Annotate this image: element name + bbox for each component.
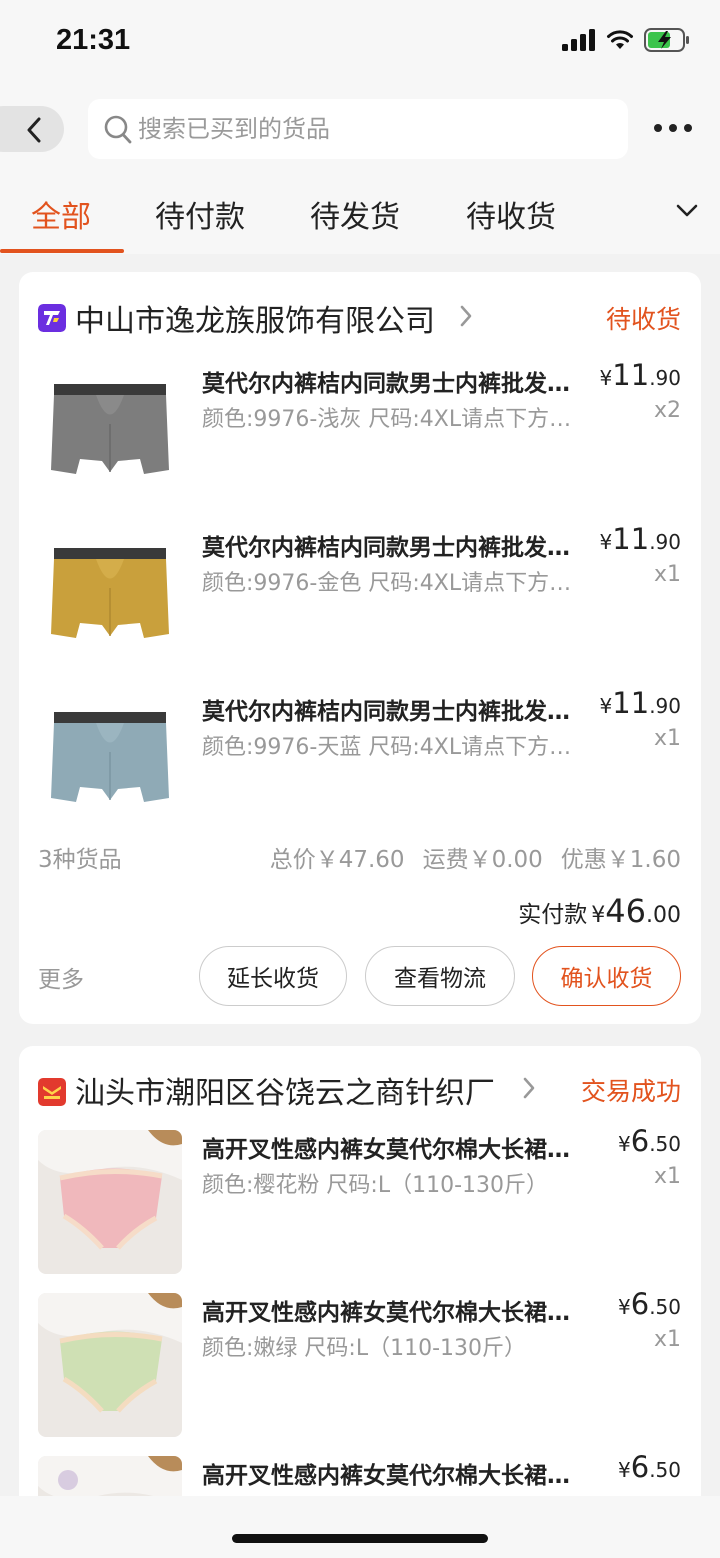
order-status: 交易成功: [580, 1077, 681, 1106]
item-price: ¥11.90: [599, 686, 681, 720]
order-summary: 3种货品 总价￥47.60 运费￥0.00 优惠￥1.60: [19, 840, 701, 876]
order-card[interactable]: 汕头市潮阳区谷饶云之商针织厂 交易成功 高开叉性感内裤女莫代尔棉大长裙无痕三角裤…: [19, 1046, 701, 1558]
item-quantity: x1: [653, 1327, 681, 1352]
total-price: 总价￥47.60: [269, 847, 405, 873]
active-tab-indicator: [0, 249, 124, 253]
item-spec: 颜色:9976-金色 尺码:4XL请点下方尺码表: [202, 571, 592, 596]
tab-all[interactable]: 全部: [31, 192, 91, 236]
extend-receipt-button[interactable]: 延长收货: [199, 946, 347, 1006]
item-title: 高开叉性感内裤女莫代尔棉大长裙无痕三角裤: [202, 1463, 592, 1489]
amount-paid: 实付款 ¥46.00: [518, 892, 681, 930]
item-quantity: x1: [653, 562, 681, 587]
tabs-expand-button[interactable]: [604, 180, 720, 254]
order-actions: 更多 延长收货 查看物流 确认收货: [19, 946, 701, 1006]
item-title: 莫代尔内裤桔内同款男士内裤批发男式平角裤: [202, 371, 592, 397]
item-spec: 颜色:9976-天蓝 尺码:4XL请点下方尺码表: [202, 735, 592, 760]
dot-icon: [684, 124, 692, 132]
order-item[interactable]: 莫代尔内裤桔内同款男士内裤批发男式平角裤 颜色:9976-天蓝 尺码:4XL请点…: [19, 686, 701, 842]
chevron-right-icon: [523, 1077, 535, 1099]
tab-pending-receipt[interactable]: 待收货: [466, 192, 556, 236]
item-price: ¥11.90: [599, 522, 681, 556]
more-actions-link[interactable]: 更多: [38, 960, 84, 994]
item-price: ¥6.50: [618, 1450, 681, 1484]
shop-name[interactable]: 中山市逸龙族服饰有限公司: [75, 296, 435, 340]
shop-name[interactable]: 汕头市潮阳区谷饶云之商针织厂: [75, 1068, 495, 1112]
home-indicator-bar[interactable]: [232, 1534, 488, 1543]
order-item[interactable]: 高开叉性感内裤女莫代尔棉大长裙无痕三角裤 颜色:嫩绿 尺码:L（110-130斤…: [19, 1287, 701, 1443]
search-icon: [104, 115, 132, 144]
product-image: [38, 1130, 182, 1274]
product-image: [38, 364, 182, 508]
tab-pending-shipment[interactable]: 待发货: [310, 192, 400, 236]
order-item[interactable]: 高开叉性感内裤女莫代尔棉大长裙无痕三角裤 颜色:樱花粉 尺码:L（110-130…: [19, 1124, 701, 1280]
item-title: 莫代尔内裤桔内同款男士内裤批发男式平角裤: [202, 699, 592, 725]
product-image: [38, 528, 182, 672]
status-icons: [562, 28, 690, 52]
shop-header[interactable]: 汕头市潮阳区谷饶云之商针织厂 交易成功: [19, 1046, 701, 1128]
product-image: [38, 1293, 182, 1437]
item-title: 高开叉性感内裤女莫代尔棉大长裙无痕三角裤: [202, 1137, 592, 1163]
shop-header[interactable]: 中山市逸龙族服饰有限公司 待收货: [19, 272, 701, 354]
item-price: ¥6.50: [618, 1287, 681, 1321]
order-tabs: 全部 待付款 待发货 待收货 已: [0, 180, 720, 254]
amount-paid-label: 实付款: [518, 902, 588, 928]
item-title: 高开叉性感内裤女莫代尔棉大长裙无痕三角裤: [202, 1300, 592, 1326]
item-price: ¥11.90: [599, 358, 681, 392]
price-breakdown: 总价￥47.60 运费￥0.00 优惠￥1.60: [252, 840, 681, 874]
store-badge-icon: [38, 304, 66, 332]
signal-icon: [562, 29, 595, 51]
item-quantity: x1: [653, 726, 681, 751]
order-item[interactable]: 莫代尔内裤桔内同款男士内裤批发男式平角裤 颜色:9976-浅灰 尺码:4XL请点…: [19, 358, 701, 514]
wifi-icon: [607, 30, 633, 49]
item-spec: 颜色:樱花粉 尺码:L（110-130斤）: [202, 1173, 548, 1198]
chevron-right-icon: [460, 305, 472, 327]
item-spec: 颜色:9976-浅灰 尺码:4XL请点下方尺码表: [202, 407, 592, 432]
item-spec: 颜色:嫩绿 尺码:L（110-130斤）: [202, 1336, 526, 1361]
view-logistics-button[interactable]: 查看物流: [365, 946, 515, 1006]
product-image: [38, 692, 182, 836]
battery-charging-icon: [644, 28, 689, 52]
order-item[interactable]: 莫代尔内裤桔内同款男士内裤批发男式平角裤 颜色:9976-金色 尺码:4XL请点…: [19, 522, 701, 678]
back-button[interactable]: [0, 106, 64, 152]
chevron-down-icon: [676, 204, 698, 217]
dot-icon: [669, 124, 677, 132]
home-indicator-area: [0, 1496, 720, 1558]
order-status: 待收货: [605, 305, 681, 334]
search-box[interactable]: [88, 99, 628, 159]
chevron-left-icon: [27, 117, 41, 143]
item-price: ¥6.50: [618, 1124, 681, 1158]
item-title: 莫代尔内裤桔内同款男士内裤批发男式平角裤: [202, 535, 592, 561]
status-time: 21:31: [56, 24, 131, 56]
item-count: 3种货品: [38, 847, 122, 873]
order-card[interactable]: 中山市逸龙族服饰有限公司 待收货 莫代尔内裤桔内同款男士内裤批发男式平角裤 颜色…: [19, 272, 701, 1024]
discount: 优惠￥1.60: [560, 847, 681, 873]
store-badge-icon: [38, 1078, 66, 1106]
confirm-receipt-button[interactable]: 确认收货: [532, 946, 681, 1006]
search-input[interactable]: [138, 109, 598, 149]
search-header: [0, 84, 720, 180]
item-quantity: x2: [653, 398, 681, 423]
status-bar: 21:31: [0, 0, 720, 84]
item-quantity: x1: [653, 1164, 681, 1189]
more-options-button[interactable]: [654, 124, 692, 132]
dot-icon: [654, 124, 662, 132]
tab-pending-payment[interactable]: 待付款: [155, 192, 245, 236]
shipping-fee: 运费￥0.00: [422, 847, 543, 873]
